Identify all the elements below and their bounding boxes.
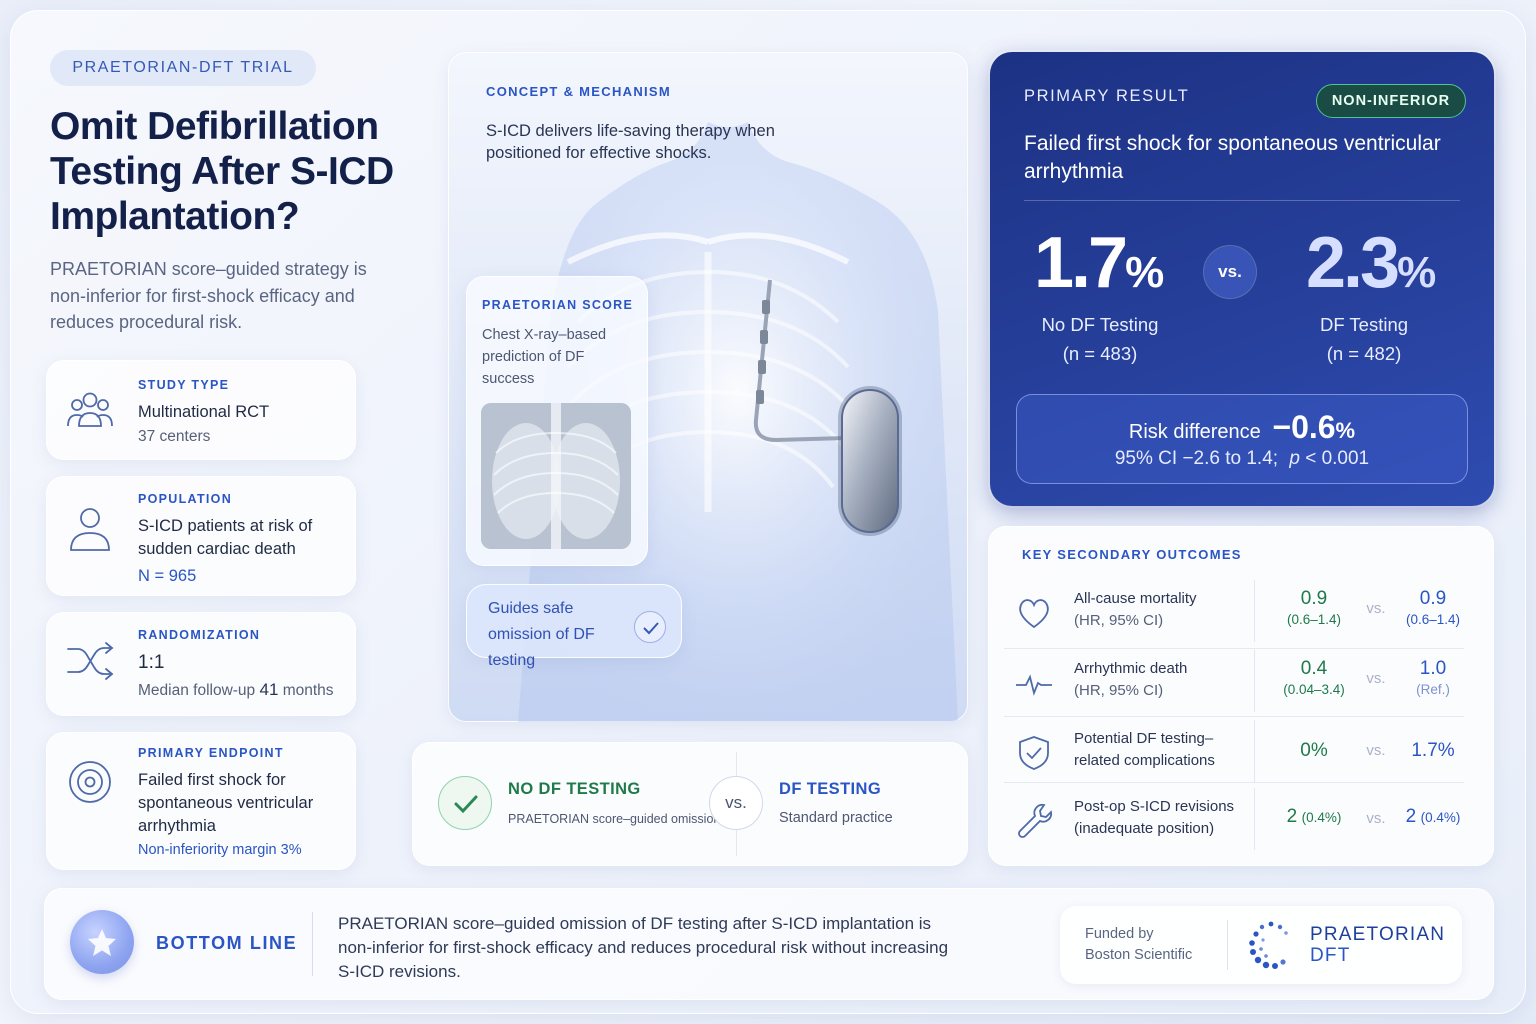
- person-icon: [70, 508, 110, 551]
- row-label: All-cause mortality (HR, 95% CI): [1074, 590, 1197, 629]
- shield-icon: [1019, 736, 1049, 770]
- check-icon: [634, 611, 666, 643]
- primary-divider: [1024, 200, 1460, 201]
- study-type-card: STUDY TYPE Multinational RCT 37 centers: [46, 360, 356, 460]
- bottom-line-separator: [312, 912, 313, 976]
- funding-separator: [1227, 920, 1228, 970]
- secondary-outcomes-card: KEY SECONDARY OUTCOMES All-cause mortali…: [988, 526, 1494, 866]
- df-value: 2 (0.4%): [1405, 806, 1461, 827]
- bottom-line-card: BOTTOM LINE PRAETORIAN score–guided omis…: [44, 888, 1494, 1000]
- no-df-testing-sub: PRAETORIAN score–guided omission: [508, 812, 721, 826]
- row-separator: [1254, 580, 1255, 642]
- compare-vs: vs.: [709, 776, 763, 830]
- df-rate: 2.3%: [1306, 223, 1437, 303]
- primary-result-card: PRIMARY RESULT NON-INFERIOR Failed first…: [990, 52, 1494, 506]
- funding-box: Funded by Boston Scientific PRAETORIAN D…: [1060, 906, 1462, 984]
- df-testing-sub: Standard practice: [779, 810, 893, 826]
- score-eyebrow: PRAETORIAN SCORE: [482, 298, 634, 312]
- df-value: 1.0 (Ref.): [1416, 658, 1450, 697]
- row-label: Arrhythmic death (HR, 95% CI): [1074, 660, 1188, 699]
- row-separator: [1254, 788, 1255, 850]
- no-df-value: 0%: [1300, 740, 1328, 761]
- chest-xray-image: [481, 403, 631, 549]
- row-divider: [1004, 648, 1464, 649]
- score-description: Chest X-ray–based prediction of DF succe…: [482, 327, 607, 387]
- primary-outcome: Failed first shock for spontaneous ventr…: [1024, 132, 1441, 183]
- shuffle-icon: [67, 642, 114, 680]
- page-title: Omit Defibrillation Testing After S-ICD …: [50, 105, 394, 238]
- population-eyebrow: POPULATION: [138, 492, 233, 506]
- df-arm-label: DF Testing (n = 482): [1319, 314, 1409, 364]
- concept-description: S-ICD delivers life-saving therapy when …: [486, 122, 775, 162]
- secondary-row: All-cause mortality (HR, 95% CI) 0.9 (0.6–…: [1004, 580, 1478, 646]
- row-label: Post-op S-ICD revisions (inadequate posit…: [1074, 798, 1235, 837]
- row-label: Potential DF testing– related complicatio…: [1074, 730, 1215, 769]
- guides-callout: Guides safe omission of DF testing: [466, 584, 682, 669]
- no-df-value: 2 (0.4%): [1286, 806, 1342, 827]
- pulse-icon: [1016, 674, 1052, 696]
- population-card: POPULATION S-ICD patients at risk of sud…: [46, 476, 356, 596]
- no-df-arm-label: No DF Testing (n = 483): [1041, 314, 1159, 364]
- row-separator: [1254, 720, 1255, 782]
- risk-difference-box: Risk difference −0.6% 95% CI −2.6 to 1.4…: [1016, 394, 1468, 484]
- secondary-eyebrow: KEY SECONDARY OUTCOMES: [1022, 547, 1242, 562]
- non-inferior-badge: NON-INFERIOR: [1316, 84, 1466, 118]
- secondary-row: Post-op S-ICD revisions (inadequate posit…: [1004, 788, 1478, 854]
- praetorian-logo-icon: [1249, 921, 1288, 969]
- df-value: 1.7%: [1411, 740, 1455, 761]
- row-separator: [1254, 650, 1255, 712]
- no-df-value: 0.9 (0.6–1.4): [1286, 588, 1342, 627]
- study-type-value: Multinational RCT: [138, 403, 270, 421]
- risk-difference: Risk difference −0.6%: [1128, 409, 1356, 445]
- randomization-card: RANDOMIZATION 1:1 Median follow-up 41 mo…: [46, 612, 356, 716]
- heart-icon: [1019, 599, 1049, 629]
- primary-vs: vs.: [1204, 246, 1256, 298]
- population-n: N = 965: [138, 567, 197, 585]
- people-group-icon: [67, 392, 113, 427]
- check-circle-icon: [438, 776, 492, 830]
- noninferiority-margin: Non-inferiority margin 3%: [138, 842, 302, 858]
- bottom-line-label: BOTTOM LINE: [156, 933, 298, 953]
- arm-comparison-card: NO DF TESTING PRAETORIAN score–guided om…: [412, 742, 968, 866]
- praetorian-score-card: PRAETORIAN SCORE Chest X-ray–based predi…: [466, 276, 648, 566]
- study-type-sub: 37 centers: [138, 428, 211, 445]
- df-value: 0.9 (0.6–1.4): [1405, 588, 1461, 627]
- funded-by: Funded by Boston Scientific: [1085, 926, 1193, 963]
- page-subtitle: PRAETORIAN score–guided strategy is non-…: [50, 259, 367, 332]
- star-icon: [70, 910, 134, 974]
- study-type-eyebrow: STUDY TYPE: [138, 378, 230, 392]
- wrench-icon: [1018, 803, 1053, 838]
- bottom-line-text: PRAETORIAN score–guided omission of DF t…: [338, 914, 949, 981]
- no-df-value: 0.4 (0.04–3.4): [1283, 658, 1345, 697]
- primary-endpoint-card: PRIMARY ENDPOINT Failed first shock for …: [46, 732, 356, 870]
- secondary-row: Potential DF testing– related complicatio…: [1004, 720, 1478, 786]
- no-df-testing-title: NO DF TESTING: [508, 780, 641, 798]
- primary-eyebrow: PRIMARY RESULT: [1024, 87, 1190, 105]
- population-value: S-ICD patients at risk of sudden cardiac…: [138, 517, 313, 558]
- concept-eyebrow: CONCEPT & MECHANISM: [486, 84, 672, 99]
- guides-text: Guides safe omission of DF testing: [488, 600, 595, 669]
- secondary-row: Arrhythmic death (HR, 95% CI) 0.4 (0.04–3.…: [1004, 650, 1478, 716]
- primary-endpoint-value: Failed first shock for spontaneous ventr…: [138, 771, 314, 835]
- randomization-followup: Median follow-up 41 months: [138, 680, 334, 699]
- row-divider: [1004, 716, 1464, 717]
- trial-pill: PRAETORIAN-DFT TRIAL: [50, 50, 316, 86]
- confidence-interval: 95% CI −2.6 to 1.4; p < 0.001: [1114, 448, 1370, 469]
- row-divider: [1004, 782, 1464, 783]
- target-icon: [69, 761, 111, 803]
- primary-endpoint-eyebrow: PRIMARY ENDPOINT: [138, 746, 284, 760]
- df-testing-title: DF TESTING: [779, 780, 882, 798]
- no-df-rate: 1.7%: [1034, 223, 1165, 303]
- randomization-eyebrow: RANDOMIZATION: [138, 628, 261, 642]
- randomization-value: 1:1: [138, 652, 165, 673]
- praetorian-logo-text: PRAETORIAN DFT: [1310, 924, 1446, 966]
